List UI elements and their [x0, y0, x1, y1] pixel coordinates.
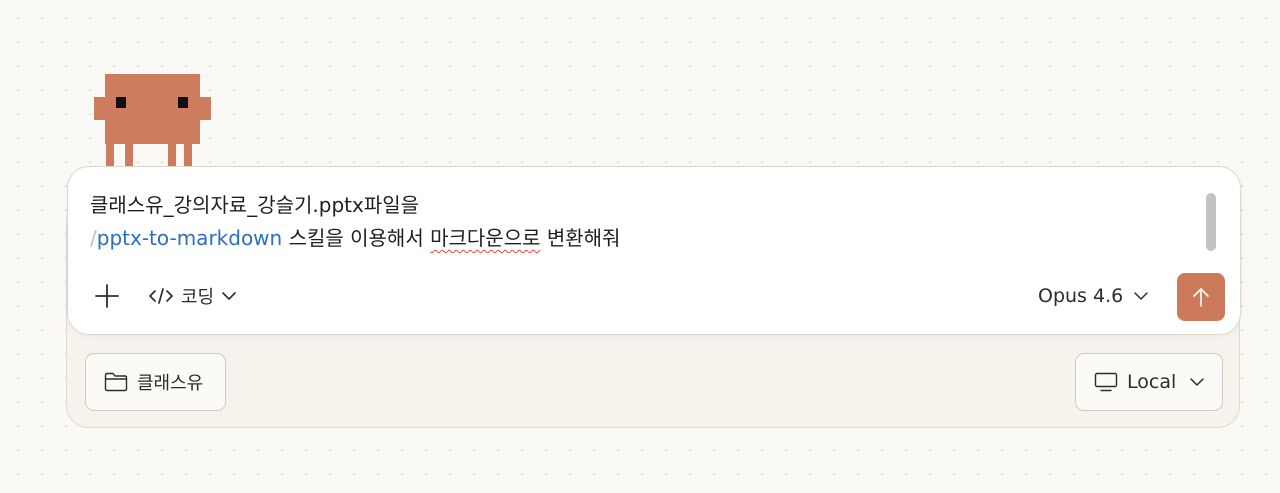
prompt-text-before: 스킬을 이용해서 [282, 226, 431, 250]
folder-icon [104, 372, 128, 392]
model-label: Opus 4.6 [1038, 285, 1124, 307]
prompt-line-1: 클래스유_강의자료_강슬기.pptx파일을 [90, 193, 420, 217]
chevron-down-icon [221, 291, 237, 301]
folder-label: 클래스유 [137, 373, 204, 394]
prompt-line-2: /pptx-to-markdown 스킬을 이용해서 마크다운으로 변환해줘 [90, 222, 1190, 255]
model-selector-button[interactable]: Opus 4.6 [1038, 280, 1149, 312]
arrow-up-icon [1193, 288, 1209, 307]
chevron-down-icon [1189, 377, 1205, 387]
chevron-down-icon [1133, 291, 1149, 301]
prompt-composer: 클래스유_강의자료_강슬기.pptx파일을 /pptx-to-markdown … [67, 166, 1241, 335]
mascot-eye-left [116, 97, 126, 108]
project-folder-button[interactable]: 클래스유 [85, 353, 226, 411]
prompt-input[interactable]: 클래스유_강의자료_강슬기.pptx파일을 /pptx-to-markdown … [90, 189, 1190, 255]
slash-command-prefix: / [90, 226, 97, 250]
spellcheck-underlined-word: 마크다운으로 [430, 226, 541, 250]
pixel-crab-mascot [94, 74, 211, 167]
mascot-eye-right [178, 97, 188, 108]
add-attachment-button[interactable] [92, 279, 122, 313]
send-button[interactable] [1177, 273, 1225, 321]
plus-icon [95, 284, 119, 308]
environment-selector-button[interactable]: Local [1075, 353, 1223, 411]
mode-selector-button[interactable]: 코딩 [148, 280, 237, 312]
mode-label: 코딩 [181, 287, 215, 308]
prompt-scrollbar[interactable] [1206, 193, 1216, 251]
slash-command-name: pptx-to-markdown [96, 226, 283, 250]
monitor-icon [1094, 372, 1118, 392]
environment-label: Local [1127, 371, 1177, 393]
prompt-text-after: 변환해줘 [540, 226, 621, 250]
code-icon [148, 287, 174, 305]
